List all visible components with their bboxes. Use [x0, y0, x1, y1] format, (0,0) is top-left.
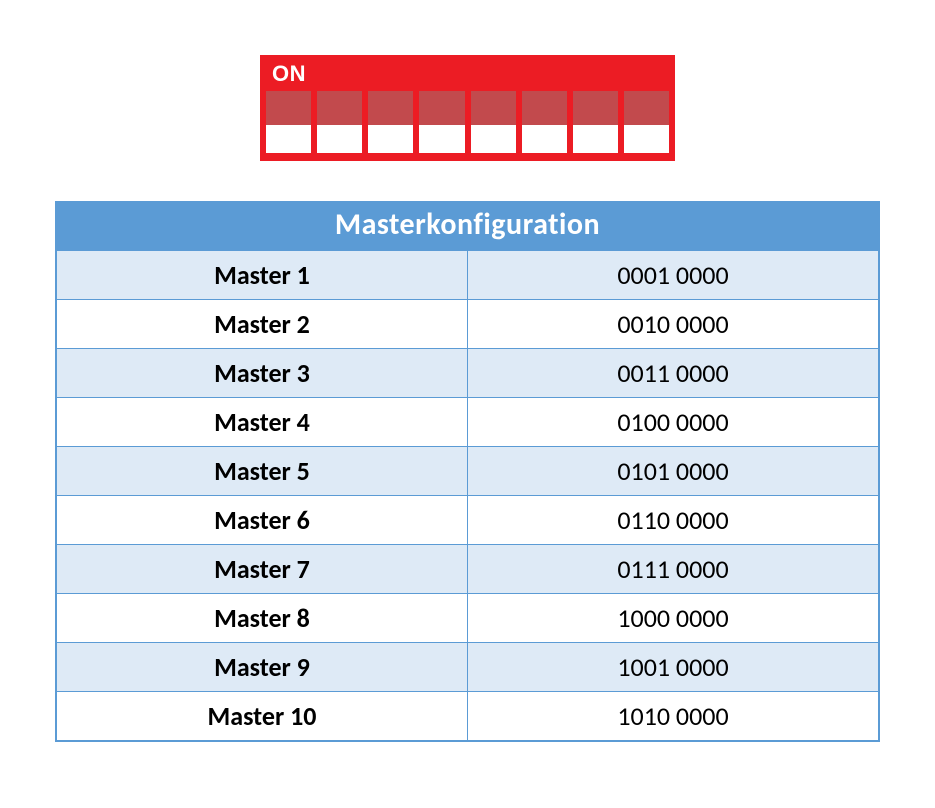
master-name: Master 1: [56, 250, 468, 300]
table-row: Master 101010 0000: [56, 692, 879, 742]
table-row: Master 60110 0000: [56, 496, 879, 545]
dip-switch-slider: [573, 91, 618, 125]
master-name: Master 2: [56, 300, 468, 349]
master-name: Master 10: [56, 692, 468, 742]
master-value: 0010 0000: [468, 300, 880, 349]
dip-switch-block: ON: [260, 55, 675, 161]
table-title: Masterkonfiguration: [56, 202, 879, 250]
master-name: Master 8: [56, 594, 468, 643]
table-row: Master 40100 0000: [56, 398, 879, 447]
table-row: Master 50101 0000: [56, 447, 879, 496]
dip-switch[interactable]: [522, 91, 567, 153]
master-name: Master 3: [56, 349, 468, 398]
dip-switch[interactable]: [368, 91, 413, 153]
master-value: 0110 0000: [468, 496, 880, 545]
master-name: Master 9: [56, 643, 468, 692]
dip-switch[interactable]: [419, 91, 464, 153]
dip-switch-slider: [471, 91, 516, 125]
dip-switch-slider: [266, 91, 311, 125]
master-value: 0111 0000: [468, 545, 880, 594]
master-name: Master 5: [56, 447, 468, 496]
dip-switch[interactable]: [624, 91, 669, 153]
master-value: 0001 0000: [468, 250, 880, 300]
dip-switch-slider: [368, 91, 413, 125]
dip-switch[interactable]: [317, 91, 362, 153]
master-value: 0011 0000: [468, 349, 880, 398]
dip-on-label: ON: [266, 61, 669, 91]
table-row: Master 30011 0000: [56, 349, 879, 398]
dip-switch-slider: [317, 91, 362, 125]
dip-switch[interactable]: [471, 91, 516, 153]
master-name: Master 6: [56, 496, 468, 545]
master-value: 1010 0000: [468, 692, 880, 742]
master-name: Master 7: [56, 545, 468, 594]
master-value: 0100 0000: [468, 398, 880, 447]
table-row: Master 70111 0000: [56, 545, 879, 594]
master-name: Master 4: [56, 398, 468, 447]
table-row: Master 20010 0000: [56, 300, 879, 349]
table-row: Master 81000 0000: [56, 594, 879, 643]
dip-switch[interactable]: [266, 91, 311, 153]
table-body: Master 10001 0000Master 20010 0000Master…: [56, 250, 879, 741]
master-config-table: Masterkonfiguration Master 10001 0000Mas…: [55, 201, 880, 742]
master-value: 0101 0000: [468, 447, 880, 496]
dip-switch[interactable]: [573, 91, 618, 153]
master-value: 1000 0000: [468, 594, 880, 643]
dip-switch-slider: [624, 91, 669, 125]
table-row: Master 91001 0000: [56, 643, 879, 692]
dip-switch-row: [266, 91, 669, 153]
dip-switch-slider: [522, 91, 567, 125]
dip-switch-slider: [419, 91, 464, 125]
table-row: Master 10001 0000: [56, 250, 879, 300]
master-value: 1001 0000: [468, 643, 880, 692]
